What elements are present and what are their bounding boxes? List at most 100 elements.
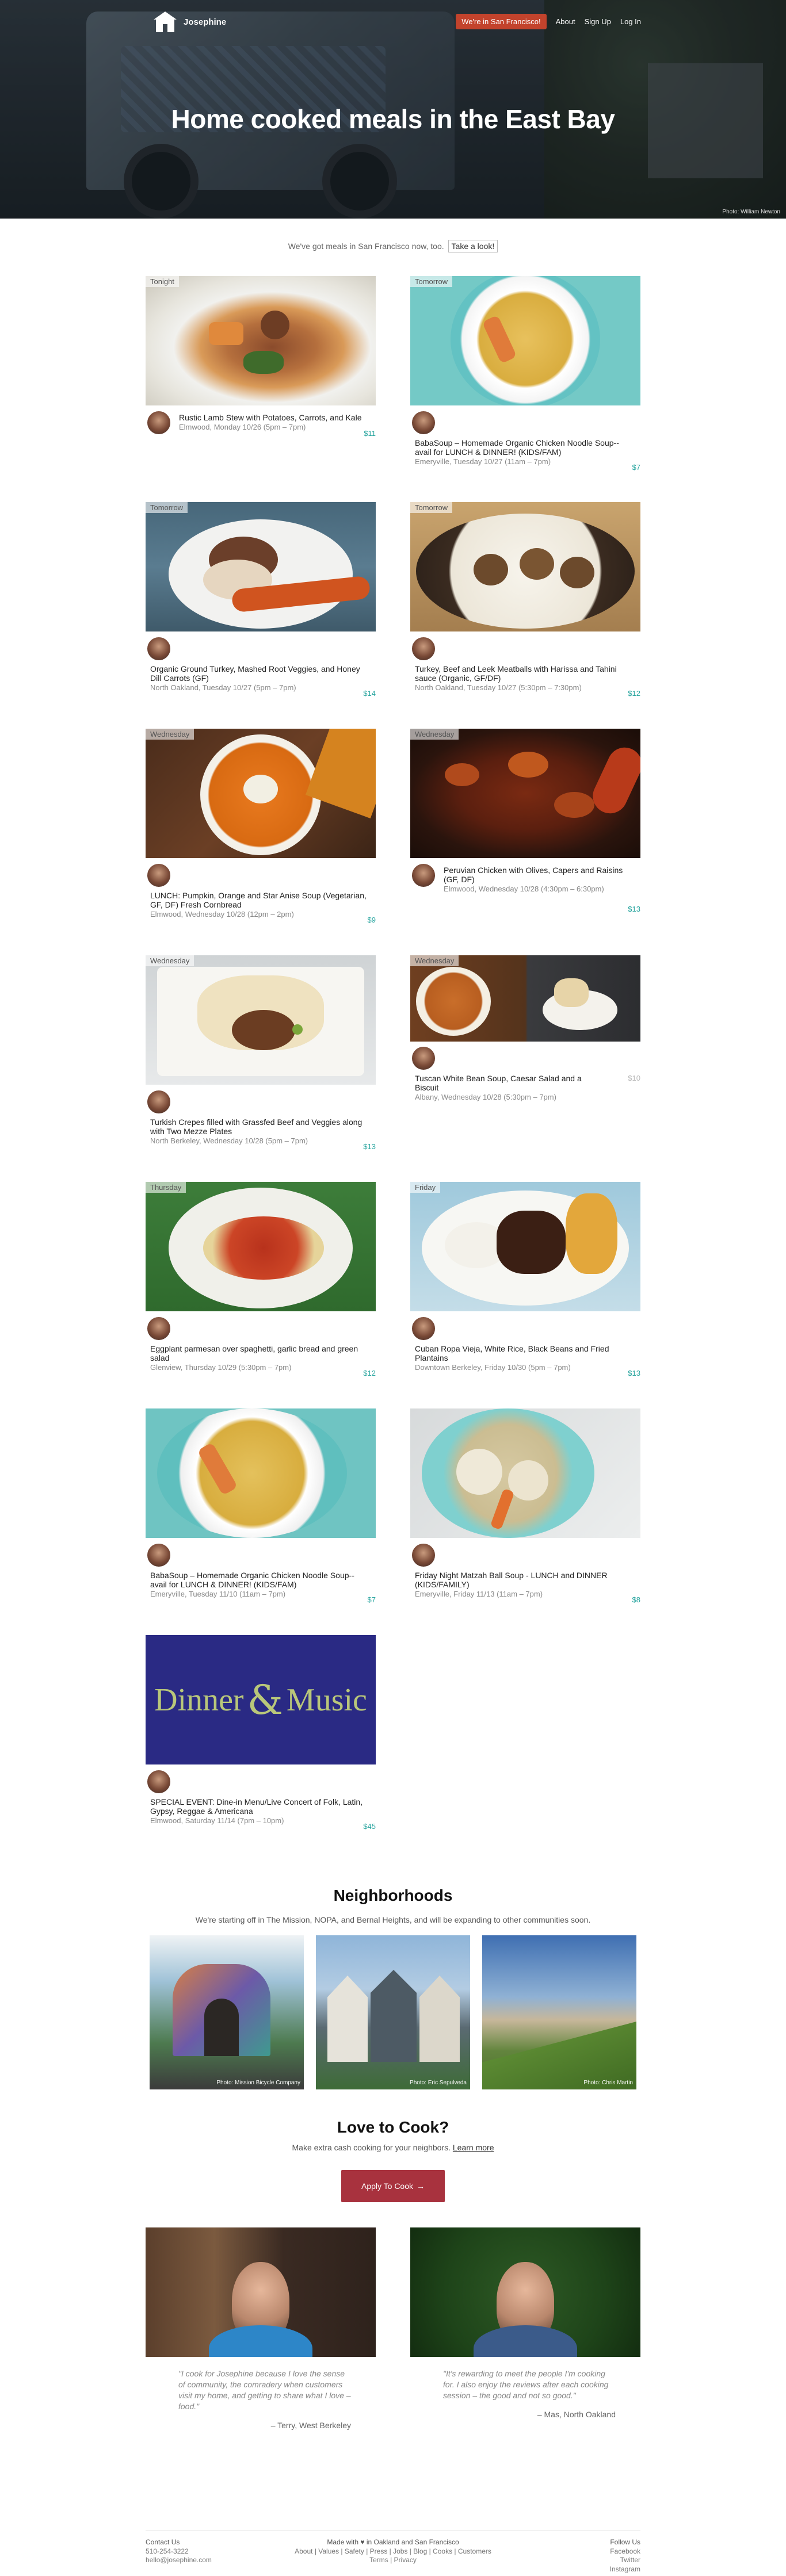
footer: Contact Us 510-254-3222 hello@josephine.… bbox=[146, 2531, 640, 2573]
meal-title[interactable]: BabaSoup – Homemade Organic Chicken Nood… bbox=[415, 438, 634, 466]
follow-title: Follow Us bbox=[610, 2538, 640, 2546]
meal-price: $14 bbox=[363, 689, 376, 698]
meal-photo[interactable]: Wednesday bbox=[146, 729, 376, 858]
meal-card[interactable]: Thursday Eggplant parmesan over spaghett… bbox=[146, 1182, 376, 1377]
meal-photo[interactable] bbox=[146, 1408, 376, 1538]
chef-avatar[interactable] bbox=[146, 1542, 172, 1568]
hero-title: Home cooked meals in the East Bay bbox=[171, 104, 615, 134]
meal-card[interactable]: Wednesday Peruvian Chicken with Olives, … bbox=[410, 729, 640, 913]
meal-card[interactable]: Wednesday LUNCH: Pumpkin, Orange and Sta… bbox=[146, 729, 376, 924]
meal-photo[interactable]: Tomorrow bbox=[146, 502, 376, 631]
meal-photo[interactable] bbox=[410, 1408, 640, 1538]
meal-title[interactable]: Eggplant parmesan over spaghetti, garlic… bbox=[150, 1344, 369, 1372]
neighborhood-bernal[interactable]: Photo: Chris Martin bbox=[482, 1935, 636, 2089]
meal-price: $12 bbox=[628, 689, 640, 698]
neighborhoods-title: Neighborhoods bbox=[333, 1886, 453, 1904]
testimonial-author: – Mas, North Oakland bbox=[537, 2409, 616, 2419]
day-label: Tomorrow bbox=[410, 502, 453, 513]
meal-photo[interactable]: Tonight bbox=[146, 276, 376, 405]
chef-avatar[interactable] bbox=[146, 1315, 172, 1342]
day-label: Tomorrow bbox=[410, 276, 453, 287]
meal-price: $7 bbox=[367, 1595, 376, 1604]
sf-banner: We've got meals in San Francisco now, to… bbox=[0, 240, 786, 252]
hero-banner: Josephine We're in San Francisco! About … bbox=[0, 0, 786, 219]
meal-card[interactable]: Friday Night Matzah Ball Soup - LUNCH an… bbox=[410, 1408, 640, 1604]
login-link[interactable]: Log In bbox=[620, 17, 641, 26]
meal-meta: Albany, Wednesday 10/28 (5:30pm – 7pm) bbox=[415, 1093, 556, 1102]
meal-meta: Glenview, Thursday 10/29 (5:30pm – 7pm) bbox=[150, 1363, 292, 1372]
meal-title[interactable]: Peruvian Chicken with Olives, Capers and… bbox=[444, 866, 639, 894]
meal-photo[interactable]: Tomorrow bbox=[410, 276, 640, 405]
meal-title[interactable]: Tuscan White Bean Soup, Caesar Salad and… bbox=[415, 1074, 605, 1102]
meal-photo[interactable]: Tomorrow bbox=[410, 502, 640, 631]
chef-avatar[interactable] bbox=[410, 862, 437, 889]
day-label: Wednesday bbox=[410, 729, 459, 740]
meal-meta: Elmwood, Wednesday 10/28 (12pm – 2pm) bbox=[150, 910, 294, 919]
meal-meta: Downtown Berkeley, Friday 10/30 (5pm – 7… bbox=[415, 1363, 571, 1372]
meal-title[interactable]: Friday Night Matzah Ball Soup - LUNCH an… bbox=[415, 1571, 634, 1599]
brand-logo[interactable]: Josephine bbox=[152, 10, 226, 33]
meal-title[interactable]: Turkish Crepes filled with Grassfed Beef… bbox=[150, 1117, 369, 1146]
chef-avatar[interactable] bbox=[410, 409, 437, 436]
cook-photo-mas bbox=[410, 2227, 640, 2357]
apply-to-cook-button[interactable]: Apply To Cook → bbox=[341, 2170, 445, 2202]
footer-links-row2[interactable]: Terms | Privacy bbox=[146, 2556, 640, 2565]
meal-card[interactable]: Tomorrow Organic Ground Turkey, Mashed R… bbox=[146, 502, 376, 698]
meal-card[interactable]: Tomorrow Turkey, Beef and Leek Meatballs… bbox=[410, 502, 640, 698]
meal-title[interactable]: Organic Ground Turkey, Mashed Root Veggi… bbox=[150, 664, 369, 692]
footer-links-row1[interactable]: About | Values | Safety | Press | Jobs |… bbox=[146, 2547, 640, 2556]
chef-avatar[interactable] bbox=[410, 636, 437, 662]
meal-card[interactable]: Friday Cuban Ropa Vieja, White Rice, Bla… bbox=[410, 1182, 640, 1377]
meal-title[interactable]: Turkey, Beef and Leek Meatballs with Har… bbox=[415, 664, 634, 692]
instagram-link[interactable]: Instagram bbox=[610, 2565, 640, 2574]
chef-avatar[interactable] bbox=[410, 1542, 437, 1568]
facebook-link[interactable]: Facebook bbox=[610, 2547, 640, 2556]
sf-pill-link[interactable]: We're in San Francisco! bbox=[456, 14, 547, 29]
meal-card[interactable]: BabaSoup – Homemade Organic Chicken Nood… bbox=[146, 1408, 376, 1604]
chef-avatar[interactable] bbox=[146, 1769, 172, 1795]
take-a-look-link[interactable]: Take a look! bbox=[448, 240, 498, 252]
testimonial-quote: "It's rewarding to meet the people I'm c… bbox=[443, 2369, 616, 2419]
meal-card[interactable]: Dinner & Music SPECIAL EVENT: Dine-in Me… bbox=[146, 1635, 376, 1831]
chef-avatar[interactable] bbox=[146, 862, 172, 889]
meal-photo[interactable]: Wednesday bbox=[410, 955, 640, 1042]
meal-card[interactable]: Wednesday Turkish Crepes filled with Gra… bbox=[146, 955, 376, 1151]
meal-meta: Elmwood, Monday 10/26 (5pm – 7pm) bbox=[179, 423, 306, 432]
meal-meta: Elmwood, Wednesday 10/28 (4:30pm – 6:30p… bbox=[444, 885, 604, 894]
sf-banner-text: We've got meals in San Francisco now, to… bbox=[288, 242, 444, 251]
learn-more-link[interactable]: Learn more bbox=[453, 2143, 494, 2152]
meal-photo[interactable]: Wednesday bbox=[146, 955, 376, 1085]
event-photo[interactable]: Dinner & Music bbox=[146, 1635, 376, 1764]
chef-avatar[interactable] bbox=[146, 1089, 172, 1115]
meal-photo[interactable]: Friday bbox=[410, 1182, 640, 1311]
meal-title[interactable]: BabaSoup – Homemade Organic Chicken Nood… bbox=[150, 1571, 369, 1599]
twitter-link[interactable]: Twitter bbox=[610, 2556, 640, 2565]
meal-photo[interactable]: Thursday bbox=[146, 1182, 376, 1311]
meal-card[interactable]: Tomorrow BabaSoup – Homemade Organic Chi… bbox=[410, 276, 640, 472]
meal-price: $12 bbox=[363, 1369, 376, 1377]
photo-credit: Photo: William Newton bbox=[722, 209, 780, 215]
meal-card[interactable]: Tonight Rustic Lamb Stew with Potatoes, … bbox=[146, 276, 376, 438]
meal-title[interactable]: SPECIAL EVENT: Dine-in Menu/Live Concert… bbox=[150, 1797, 369, 1825]
meal-card[interactable]: Wednesday Tuscan White Bean Soup, Caesar… bbox=[410, 955, 640, 1101]
meal-title[interactable]: Rustic Lamb Stew with Potatoes, Carrots,… bbox=[179, 413, 375, 432]
treble-clef-icon: & bbox=[247, 1676, 283, 1724]
meal-price: $13 bbox=[628, 905, 640, 913]
meal-photo[interactable]: Wednesday bbox=[410, 729, 640, 858]
neighborhood-nopa[interactable]: Photo: Eric Sepulveda bbox=[316, 1935, 470, 2089]
chef-avatar[interactable] bbox=[146, 636, 172, 662]
day-label: Wednesday bbox=[410, 955, 459, 966]
chef-avatar[interactable] bbox=[410, 1045, 437, 1071]
meal-title[interactable]: Cuban Ropa Vieja, White Rice, Black Bean… bbox=[415, 1344, 634, 1372]
meal-title[interactable]: LUNCH: Pumpkin, Orange and Star Anise So… bbox=[150, 891, 369, 919]
neighborhood-mission[interactable]: Photo: Mission Bicycle Company bbox=[150, 1935, 304, 2089]
photo-credit: Photo: Eric Sepulveda bbox=[410, 2080, 467, 2086]
love-to-cook-subtitle: Make extra cash cooking for your neighbo… bbox=[292, 2143, 494, 2152]
chef-avatar[interactable] bbox=[146, 409, 172, 436]
meal-meta: Elmwood, Saturday 11/14 (7pm – 10pm) bbox=[150, 1816, 284, 1825]
about-link[interactable]: About bbox=[556, 17, 575, 26]
meal-meta: Emeryville, Tuesday 11/10 (11am – 7pm) bbox=[150, 1590, 286, 1599]
footer-follow: Follow Us Facebook Twitter Instagram bbox=[610, 2538, 640, 2574]
signup-link[interactable]: Sign Up bbox=[585, 17, 611, 26]
chef-avatar[interactable] bbox=[410, 1315, 437, 1342]
